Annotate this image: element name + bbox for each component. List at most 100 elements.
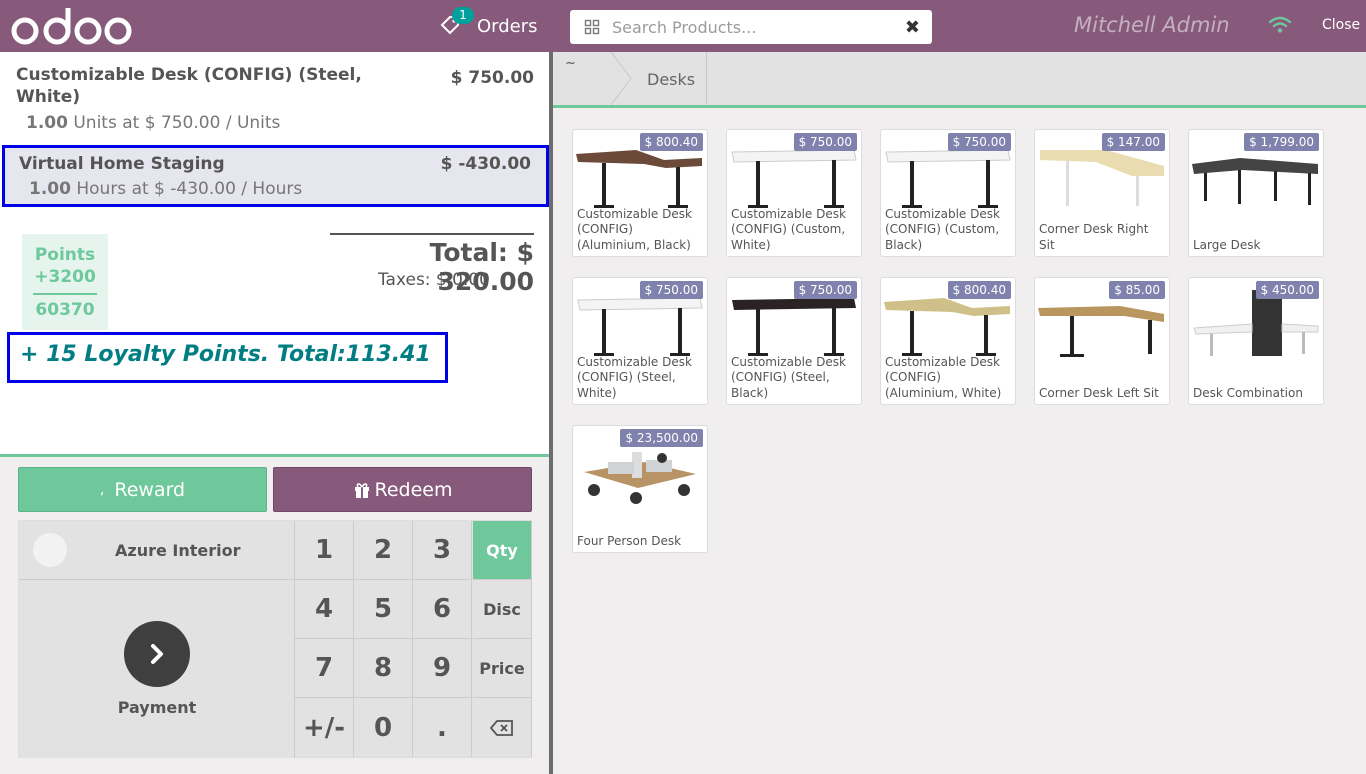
orders-button[interactable]: 1 Orders [440, 7, 538, 42]
orderline-unit-info: Hours at $ -430.00 / Hours [70, 179, 303, 199]
product-name: Customizable Desk (CONFIG) (Aluminium, B… [577, 206, 692, 252]
product-card[interactable]: $ 750.00 Customizable Desk (CONFIG) (Ste… [726, 277, 862, 405]
ticket-icon: 1 [440, 7, 474, 37]
customer-name: Azure Interior [115, 540, 241, 560]
search-bar: ✖ [570, 10, 932, 44]
product-card[interactable]: $ 1,799.00 Large Desk [1188, 129, 1324, 257]
product-card[interactable]: $ 85.00 Corner Desk Left Sit [1034, 277, 1170, 405]
loyalty-points-summary: Points +3200 60370 [22, 234, 108, 330]
numpad-key-2[interactable]: 2 [354, 521, 413, 580]
breadcrumb-category-desks[interactable]: Desks [647, 70, 695, 89]
loyalty-points-text: + 15 Loyalty Points. Total:113.41 [20, 342, 431, 367]
breadcrumb-arrow [611, 52, 632, 105]
product-card[interactable]: $ 800.40 Customizable Desk (CONFIG) (Alu… [572, 129, 708, 257]
order-panel: Customizable Desk (CONFIG) (Steel, White… [0, 52, 550, 774]
numpad-key-0[interactable]: 0 [354, 698, 413, 757]
product-name: Four Person Desk [577, 533, 682, 548]
backspace-button[interactable] [473, 698, 532, 757]
search-input[interactable] [612, 17, 892, 37]
orderline-unit-info: Units at $ 750.00 / Units [67, 113, 281, 133]
cashier-name[interactable]: Mitchell Admin [1074, 13, 1230, 37]
product-card[interactable]: $ 147.00 Corner Desk Right Sit [1034, 129, 1170, 257]
points-won: +3200 [34, 267, 96, 287]
product-name: Desk Combination [1193, 385, 1303, 400]
breadcrumb: ~ Desks [553, 52, 1366, 108]
product-name: Customizable Desk (CONFIG) (Custom, Blac… [885, 206, 1000, 252]
product-price-tag: $ 750.00 [793, 133, 857, 151]
numpad-key-5[interactable]: 5 [354, 580, 413, 639]
product-name: Large Desk [1193, 237, 1261, 252]
mode-button-price[interactable]: Price [473, 639, 532, 698]
orderline-qty: 1.00 [26, 113, 68, 133]
orderline-price: $ 750.00 [450, 68, 534, 88]
loyalty-points-banner: + 15 Loyalty Points. Total:113.41 [7, 332, 448, 383]
star-icon: , [99, 481, 105, 498]
product-card[interactable]: $ 23,500.00 Four Person Desk [572, 425, 708, 553]
summary-divider [330, 233, 534, 235]
customer-button[interactable]: Azure Interior [19, 521, 295, 580]
points-divider [33, 293, 97, 295]
order-lines: Customizable Desk (CONFIG) (Steel, White… [0, 52, 550, 454]
numpad-key-decimal[interactable]: . [413, 698, 472, 757]
odoo-logo [11, 8, 132, 45]
gift-icon [354, 482, 369, 498]
product-name: Corner Desk Right Sit [1039, 222, 1149, 252]
product-price-tag: $ 85.00 [1109, 281, 1165, 299]
product-price-tag: $ 750.00 [639, 281, 703, 299]
orderline-info: 1.00 Hours at $ -430.00 / Hours [29, 179, 532, 199]
breadcrumb-home[interactable]: ~ [553, 52, 633, 105]
orderline-price: $ -430.00 [440, 154, 531, 174]
product-price-tag: $ 750.00 [793, 281, 857, 299]
numpad-key-7[interactable]: 7 [295, 639, 354, 698]
mode-button-disc[interactable]: Disc [473, 580, 532, 639]
order-taxes: Taxes: $ 0.00 [377, 270, 490, 290]
product-price-tag: $ 1,799.00 [1244, 133, 1319, 151]
product-card[interactable]: $ 450.00 Desk Combination [1188, 277, 1324, 405]
product-price-tag: $ 800.40 [639, 133, 703, 151]
clear-search-icon[interactable]: ✖ [905, 17, 920, 38]
mode-button-qty[interactable]: Qty [473, 521, 532, 580]
product-price-tag: $ 147.00 [1101, 133, 1165, 151]
reward-label: Reward [114, 478, 186, 501]
breadcrumb-separator [706, 52, 707, 105]
product-name: Customizable Desk (CONFIG) (Steel, Black… [731, 354, 846, 400]
orderline[interactable]: Customizable Desk (CONFIG) (Steel, White… [2, 54, 549, 143]
product-name: Customizable Desk (CONFIG) (Custom, Whit… [731, 206, 846, 252]
numpad-key-9[interactable]: 9 [413, 639, 472, 698]
redeem-label: Redeem [374, 478, 453, 501]
wifi-icon [1268, 16, 1292, 33]
product-name: Customizable Desk (CONFIG) (Aluminium, W… [885, 354, 1002, 400]
product-price-tag: $ 23,500.00 [620, 429, 703, 447]
numpad-area: Azure Interior Payment 1 2 3 Qty 4 5 6 D… [18, 520, 532, 758]
product-card[interactable]: $ 750.00 Customizable Desk (CONFIG) (Cus… [880, 129, 1016, 257]
customer-avatar [33, 533, 67, 567]
product-price-tag: $ 450.00 [1255, 281, 1319, 299]
product-card[interactable]: $ 750.00 Customizable Desk (CONFIG) (Ste… [572, 277, 708, 405]
numpad-key-plus-minus[interactable]: +/- [295, 698, 354, 757]
orderline-qty: 1.00 [29, 179, 71, 199]
product-price-tag: $ 800.40 [947, 281, 1011, 299]
home-icon: ~ [565, 56, 576, 71]
orders-label: Orders [477, 15, 538, 37]
top-bar: 1 Orders ✖ Mitchell Admin Close [0, 0, 1366, 52]
payment-button[interactable]: Payment [19, 580, 295, 758]
reward-button[interactable]: , Reward [18, 467, 267, 512]
product-screen: ~ Desks $ 800.40 Customizable Desk (CONF… [553, 52, 1366, 774]
control-panel: , Reward Redeem Azure Interior Payment 1… [0, 454, 550, 774]
orderline-product-name: Virtual Home Staging [19, 154, 225, 174]
orderline-info: 1.00 Units at $ 750.00 / Units [26, 113, 535, 133]
numpad-key-3[interactable]: 3 [413, 521, 472, 580]
numpad-key-1[interactable]: 1 [295, 521, 354, 580]
points-label: Points [34, 245, 96, 265]
numpad-key-4[interactable]: 4 [295, 580, 354, 639]
product-card[interactable]: $ 800.40 Customizable Desk (CONFIG) (Alu… [880, 277, 1016, 405]
product-card[interactable]: $ 750.00 Customizable Desk (CONFIG) (Cus… [726, 129, 862, 257]
numpad-key-8[interactable]: 8 [354, 639, 413, 698]
redeem-button[interactable]: Redeem [273, 467, 532, 512]
close-button[interactable]: Close [1322, 17, 1360, 33]
chevron-right-icon [124, 621, 190, 687]
orderline-product-name: Customizable Desk (CONFIG) (Steel, White… [16, 65, 362, 107]
orderline-selected[interactable]: Virtual Home Staging $ -430.00 1.00 Hour… [2, 145, 549, 207]
numpad-key-6[interactable]: 6 [413, 580, 472, 639]
points-total: 60370 [35, 300, 95, 320]
